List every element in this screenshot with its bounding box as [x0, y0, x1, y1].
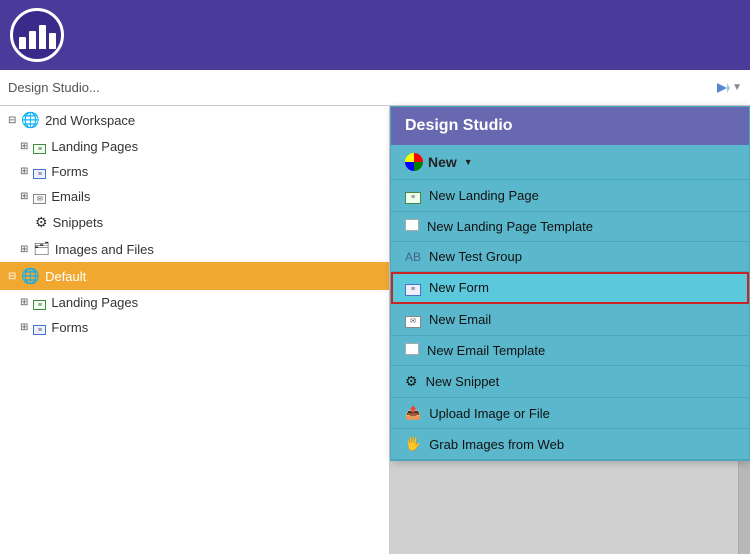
chevron-down-icon: ▼: [464, 157, 473, 167]
email-icon: ✉: [405, 311, 421, 328]
menu-item-label: New Landing Page Template: [427, 219, 593, 234]
sidebar-item-default-forms[interactable]: ⊞ ≡ Forms: [0, 315, 389, 340]
menu-item-label: New Snippet: [426, 374, 500, 389]
search-arrow-icon: [714, 80, 730, 96]
menu-item-new-email[interactable]: ✉ New Email: [391, 304, 749, 336]
pages-icon: ≡: [33, 295, 46, 310]
sidebar-item-label: Forms: [51, 164, 88, 179]
expander-icon: ⊞: [20, 191, 28, 202]
snippets-icon: ⚙: [35, 214, 48, 231]
menu-item-label: New Email: [429, 312, 491, 327]
menu-item-new-landing-page[interactable]: ≡ New Landing Page: [391, 180, 749, 212]
sidebar-item-label: Landing Pages: [51, 295, 138, 310]
sidebar-item-label: Forms: [51, 320, 88, 335]
menu-item-new-form[interactable]: ≡ New Form: [391, 272, 749, 304]
search-bar: ▼: [0, 70, 750, 106]
forms-icon: ≡: [33, 320, 46, 335]
sidebar: ⊟ 🌐 2nd Workspace ⊞ ≡ Landing Pages ⊞ ≡ …: [0, 106, 390, 554]
expander-icon: ⊟: [8, 115, 16, 126]
sidebar-item-snippets[interactable]: ⚙ Snippets: [0, 209, 389, 236]
main-layout: ⊟ 🌐 2nd Workspace ⊞ ≡ Landing Pages ⊞ ≡ …: [0, 106, 750, 554]
form-icon: ≡: [405, 279, 421, 296]
app-header: [0, 0, 750, 70]
menu-item-grab-images[interactable]: 🖐 Grab Images from Web: [391, 429, 749, 460]
bar4: [49, 33, 56, 49]
sidebar-item-emails[interactable]: ⊞ ✉ Emails: [0, 184, 389, 209]
grab-icon: 🖐: [405, 436, 421, 452]
sidebar-item-label: Emails: [51, 189, 90, 204]
sidebar-item-default-landing-pages[interactable]: ⊞ ≡ Landing Pages: [0, 290, 389, 315]
template-icon: [405, 219, 419, 234]
expander-icon: ⊞: [20, 244, 28, 255]
sidebar-item-default[interactable]: ⊟ 🌐 Default: [0, 262, 389, 290]
workspace-label: 2nd Workspace: [45, 113, 135, 128]
sidebar-item-forms[interactable]: ⊞ ≡ Forms: [0, 159, 389, 184]
pages-icon: ≡: [33, 139, 46, 154]
menu-item-new-snippet[interactable]: ⚙ New Snippet: [391, 366, 749, 398]
sidebar-item-label: Landing Pages: [51, 139, 138, 154]
menu-item-label: New Email Template: [427, 343, 545, 358]
new-colorful-icon: [405, 153, 423, 171]
app-logo: [10, 8, 64, 62]
search-input[interactable]: [8, 80, 708, 95]
bar1: [19, 37, 26, 49]
images-icon: 🗂: [33, 241, 50, 257]
dropdown-panel: Design Studio New ▼ ≡ New Landing Page: [390, 106, 750, 461]
sidebar-item-label: Default: [45, 269, 86, 284]
globe-icon: 🌐: [21, 111, 40, 129]
menu-item-new-test-group[interactable]: AB New Test Group: [391, 242, 749, 272]
sidebar-item-label: Images and Files: [55, 242, 154, 257]
logo-bars-icon: [19, 21, 56, 49]
menu-item-label: Upload Image or File: [429, 406, 550, 421]
expander-icon: ⊞: [20, 297, 28, 308]
sidebar-item-label: Snippets: [53, 215, 104, 230]
new-button[interactable]: New ▼: [391, 145, 749, 180]
emails-icon: ✉: [33, 189, 46, 204]
expander-icon: ⊞: [20, 166, 28, 177]
menu-item-new-landing-page-template[interactable]: New Landing Page Template: [391, 212, 749, 242]
panel-title-text: Design Studio: [405, 117, 513, 134]
landing-page-icon: ≡: [405, 187, 421, 204]
forms-icon: ≡: [33, 164, 46, 179]
testgroup-icon: AB: [405, 250, 421, 264]
menu-item-label: New Landing Page: [429, 188, 539, 203]
search-button[interactable]: ▼: [714, 80, 742, 96]
expander-icon: ⊞: [20, 141, 28, 152]
menu-item-label: Grab Images from Web: [429, 437, 564, 452]
sidebar-item-images[interactable]: ⊞ 🗂 Images and Files: [0, 236, 389, 262]
menu-item-label: New Test Group: [429, 249, 522, 264]
bar2: [29, 31, 36, 49]
snippet-icon: ⚙: [405, 373, 418, 390]
dropdown-panel-title: Design Studio: [391, 107, 749, 145]
sidebar-item-landing-pages[interactable]: ⊞ ≡ Landing Pages: [0, 134, 389, 159]
email-template-icon: [405, 343, 419, 358]
expander-icon: ⊟: [8, 271, 16, 282]
menu-item-label: New Form: [429, 280, 489, 295]
menu-item-upload-image[interactable]: 📤 Upload Image or File: [391, 398, 749, 429]
sidebar-item-workspace[interactable]: ⊟ 🌐 2nd Workspace: [0, 106, 389, 134]
new-button-label: New: [428, 154, 457, 170]
right-panel: Design Studio New ▼ ≡ New Landing Page: [390, 106, 750, 554]
menu-item-new-email-template[interactable]: New Email Template: [391, 336, 749, 366]
globe-icon: 🌐: [21, 267, 40, 285]
upload-icon: 📤: [405, 405, 421, 421]
search-dropdown-arrow: ▼: [732, 82, 742, 93]
bar3: [39, 25, 46, 49]
expander-icon: ⊞: [20, 322, 28, 333]
